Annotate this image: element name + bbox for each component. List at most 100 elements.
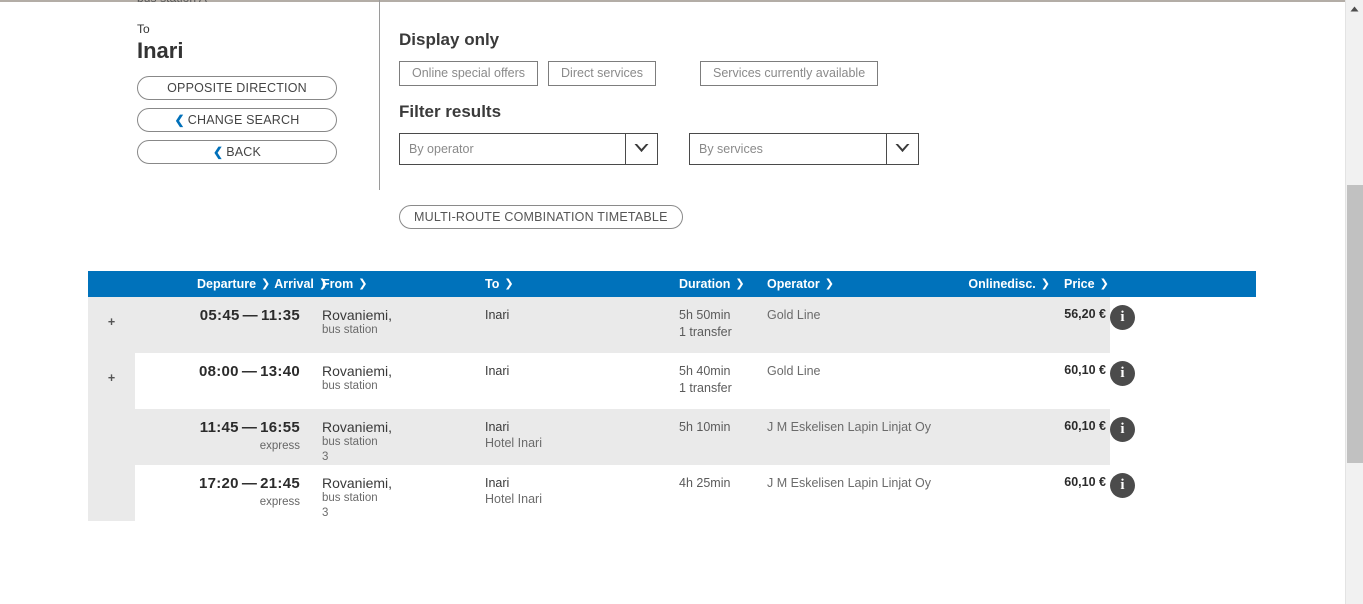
operator-name: Gold Line <box>767 308 821 322</box>
expand-row-button[interactable]: + <box>88 297 135 353</box>
header-expand <box>88 271 135 297</box>
cut-off-heading: bus station A <box>137 0 397 5</box>
table-row[interactable]: +08:00—13:40 Rovaniemi, bus station Inari 5h… <box>88 353 1256 409</box>
results-table-container: Departure ❯ Arrival ❯ From ❯ To ❯ Durati… <box>88 271 1258 521</box>
expand-row-placeholder <box>88 465 135 521</box>
service-type-note: express <box>259 440 300 452</box>
arrival-time: 13:40 <box>260 363 300 380</box>
chevron-left-icon: ❮ <box>174 113 185 127</box>
cell-info: i <box>1110 465 1256 521</box>
chevron-down-icon[interactable] <box>626 134 657 164</box>
header-to[interactable]: To ❯ <box>475 271 635 297</box>
scrollbar-thumb[interactable] <box>1347 185 1363 463</box>
from-stop: bus station <box>322 380 378 392</box>
cell-online-disc <box>945 297 1050 353</box>
cell-info: i <box>1110 297 1256 353</box>
cell-online-disc <box>945 353 1050 409</box>
arrival-time: 11:35 <box>260 307 300 324</box>
header-duration-label: Duration <box>679 277 731 291</box>
table-row[interactable]: 11:45—16:55 express Rovaniemi, bus station 3… <box>88 409 1256 465</box>
select-by-services[interactable]: By services <box>689 133 919 165</box>
to-stop: Hotel Inari <box>485 436 542 450</box>
cell-info: i <box>1110 353 1256 409</box>
results-table: Departure ❯ Arrival ❯ From ❯ To ❯ Durati… <box>88 271 1256 521</box>
cell-duration: 5h 40min 1 transfer <box>635 353 755 409</box>
time-separator: — <box>241 363 258 380</box>
duration-value: 4h 25min <box>679 476 731 490</box>
chip-direct-services[interactable]: Direct services <box>548 61 656 86</box>
sort-arrow-icon: ❯ <box>824 278 835 290</box>
back-button[interactable]: ❮ BACK <box>137 140 337 164</box>
info-icon[interactable]: i <box>1110 305 1135 330</box>
transfer-count: 1 transfer <box>679 381 732 395</box>
table-row[interactable]: +05:45—11:35 Rovaniemi, bus station Inari 5h… <box>88 297 1256 353</box>
info-icon[interactable]: i <box>1110 473 1135 498</box>
arrival-time: 16:55 <box>260 419 300 436</box>
sort-arrow-icon: ❯ <box>1040 278 1050 290</box>
plus-icon <box>88 409 135 429</box>
cell-price: 60,10 € <box>1050 353 1110 409</box>
to-place: Inari <box>485 420 510 434</box>
cell-online-disc <box>945 409 1050 465</box>
table-row[interactable]: 17:20—21:45 express Rovaniemi, bus station 3… <box>88 465 1256 521</box>
header-operator[interactable]: Operator ❯ <box>755 271 945 297</box>
vertical-scrollbar[interactable] <box>1345 0 1363 604</box>
opposite-direction-button[interactable]: OPPOSITE DIRECTION <box>137 76 337 100</box>
expand-row-button[interactable]: + <box>88 353 135 409</box>
select-by-operator-value: By operator <box>400 134 626 164</box>
cell-price: 60,10 € <box>1050 409 1110 465</box>
info-icon[interactable]: i <box>1110 361 1135 386</box>
search-summary-panel: To Inari OPPOSITE DIRECTION ❮ CHANGE SEAR… <box>137 22 337 172</box>
back-label: BACK <box>226 145 262 159</box>
chevron-down-icon[interactable] <box>887 134 918 164</box>
opposite-direction-label: OPPOSITE DIRECTION <box>167 81 307 95</box>
select-by-operator[interactable]: By operator <box>399 133 658 165</box>
filter-results-title: Filter results <box>399 102 502 121</box>
cell-operator: Gold Line <box>755 297 945 353</box>
header-departure-label: Departure <box>197 277 257 291</box>
plus-icon: + <box>107 315 116 329</box>
cell-from: Rovaniemi, bus station <box>312 297 475 353</box>
header-arrival-label: Arrival <box>274 277 314 291</box>
cell-duration: 5h 10min <box>635 409 755 465</box>
cell-to: Inari <box>475 297 635 353</box>
header-departure-arrival[interactable]: Departure ❯ Arrival ❯ <box>135 271 328 297</box>
from-stop: bus station <box>322 436 378 448</box>
duration-value: 5h 50min <box>679 308 731 322</box>
header-from[interactable]: From ❯ <box>312 271 475 297</box>
destination-name: Inari <box>137 38 184 63</box>
scroll-up-arrow-icon[interactable] <box>1346 0 1363 17</box>
cell-operator: J M Eskelisen Lapin Linjat Oy <box>755 409 945 465</box>
header-online-disc[interactable]: Onlinedisc. ❯ <box>945 271 1050 297</box>
header-operator-label: Operator <box>767 277 820 291</box>
to-place: Inari <box>485 476 510 490</box>
info-icon[interactable]: i <box>1110 417 1135 442</box>
cell-online-disc <box>945 465 1050 521</box>
departure-time: 17:20 <box>198 475 239 492</box>
arrival-time: 21:45 <box>260 475 300 492</box>
header-duration[interactable]: Duration ❯ <box>635 271 755 297</box>
cell-duration: 4h 25min <box>635 465 755 521</box>
cell-info: i <box>1110 409 1256 465</box>
change-search-button[interactable]: ❮ CHANGE SEARCH <box>137 108 337 132</box>
from-place: Rovaniemi, <box>322 307 393 323</box>
header-price[interactable]: Price ❯ <box>1050 271 1110 297</box>
chip-services-currently-available[interactable]: Services currently available <box>700 61 879 86</box>
from-platform: 3 <box>322 451 329 463</box>
sort-arrow-icon: ❯ <box>261 278 271 290</box>
cell-from: Rovaniemi, bus station <box>312 353 475 409</box>
select-by-services-value: By services <box>690 134 887 164</box>
plus-icon: + <box>107 371 116 385</box>
page-canvas: bus station A To Inari OPPOSITE DIRECTIO… <box>0 0 1345 604</box>
chevron-left-icon: ❮ <box>212 145 224 159</box>
duration-value: 5h 40min <box>679 364 731 378</box>
sort-arrow-icon: ❯ <box>318 278 329 290</box>
cell-operator: J M Eskelisen Lapin Linjat Oy <box>755 465 945 521</box>
chip-online-special-offers[interactable]: Online special offers <box>399 61 539 86</box>
from-stop: bus station <box>322 492 378 504</box>
multi-route-combination-timetable-button[interactable]: MULTI-ROUTE COMBINATION TIMETABLE <box>399 205 683 229</box>
plus-icon <box>88 465 135 485</box>
cell-departure-arrival: 17:20—21:45 express <box>135 465 312 521</box>
from-place: Rovaniemi, <box>322 363 393 379</box>
from-place: Rovaniemi, <box>322 419 393 435</box>
